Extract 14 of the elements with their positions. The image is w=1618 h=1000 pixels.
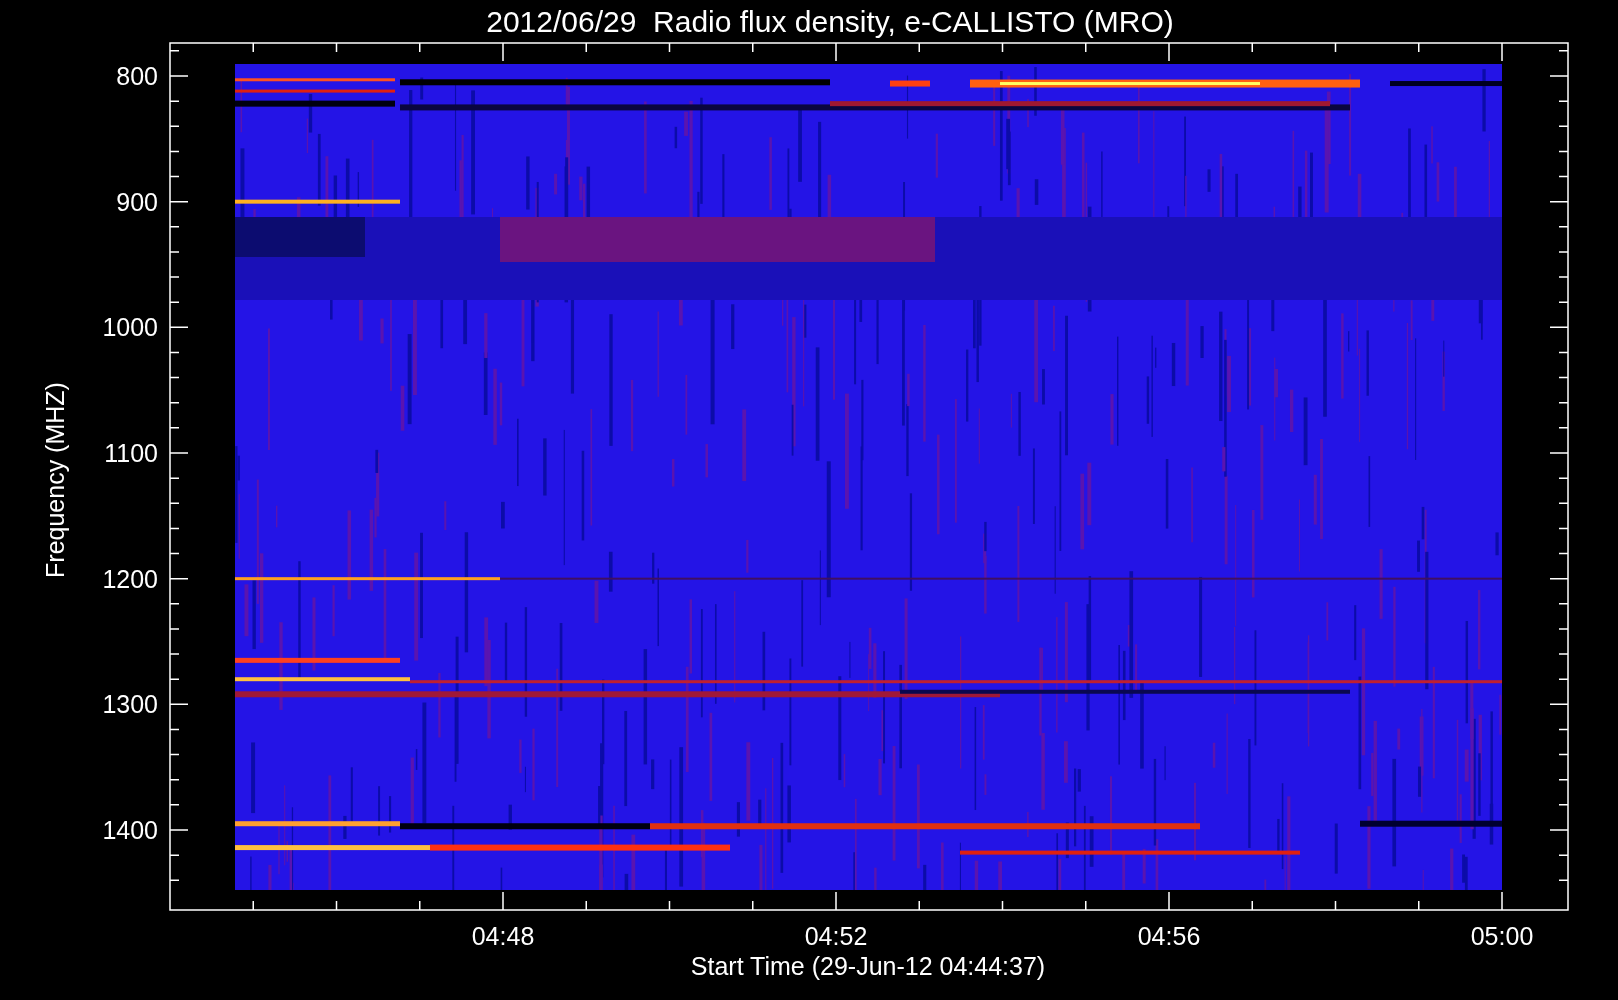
y-tick-label: 1100 <box>104 439 158 467</box>
chart-title: 2012/06/29 Radio flux density, e-CALLISTO (MRO) <box>486 5 1174 38</box>
y-tick-label: 900 <box>116 187 158 216</box>
y-axis-label: Frequency (MHZ) <box>41 382 69 578</box>
x-tick-label: 04:52 <box>804 922 868 950</box>
y-tick-label: 800 <box>116 62 158 90</box>
y-tick-label: 1300 <box>102 690 158 719</box>
y-tick-label: 1000 <box>102 313 158 342</box>
x-tick-label: 05:00 <box>1470 922 1534 950</box>
x-axis-label: Start Time (29-Jun-12 04:44:37) <box>690 952 1046 980</box>
y-tick-label: 1400 <box>102 816 158 844</box>
x-tick-label: 04:48 <box>471 922 535 950</box>
x-tick-label: 04:56 <box>1137 922 1201 950</box>
y-tick-label: 1200 <box>102 564 158 593</box>
